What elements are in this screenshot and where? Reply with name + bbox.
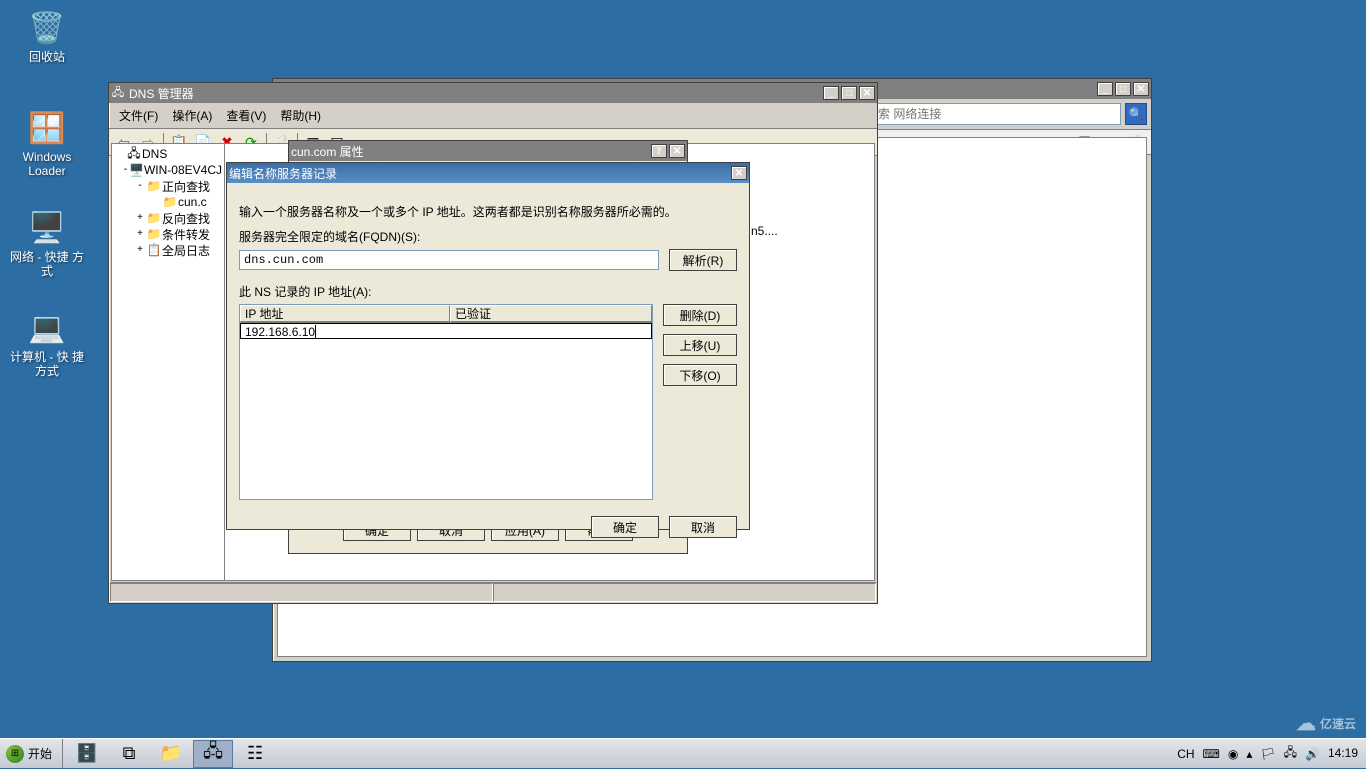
titlebar[interactable]: 🖧 DNS 管理器 _ □ ✕ xyxy=(109,83,877,103)
move-down-button[interactable]: 下移(O) xyxy=(663,364,737,386)
taskbar-item-network[interactable]: 🖧 xyxy=(193,740,233,768)
titlebar[interactable]: 编辑名称服务器记录 ✕ xyxy=(227,163,749,183)
taskbar: ⊞ 开始 🗄️ ⧉ 📁 🖧 ☷ CH ⌨ ◉ ▴ 🏳 🖧 🔊 14:19 xyxy=(0,738,1366,768)
ip-list-label: 此 NS 记录的 IP 地址(A): xyxy=(239,283,737,300)
search-button[interactable]: 🔍 xyxy=(1125,103,1147,125)
tray-expand-icon[interactable]: ▴ xyxy=(1246,747,1252,761)
menu-help[interactable]: 帮助(H) xyxy=(274,105,327,126)
dialog-title: cun.com 属性 xyxy=(291,143,651,160)
tree-pane[interactable]: 🖧DNS -🖥️WIN-08EV4CJ -📁正向查找 📁cun.c +📁反向查找… xyxy=(111,143,225,581)
start-orb-icon: ⊞ xyxy=(6,745,24,763)
quick-launch-explorer[interactable]: 📁 xyxy=(151,740,191,768)
tree-conditional-forwarders[interactable]: +📁条件转发 xyxy=(114,226,222,242)
ime-indicator[interactable]: CH xyxy=(1177,747,1194,761)
cancel-button[interactable]: 取消 xyxy=(669,516,737,538)
help-button[interactable]: ? xyxy=(651,144,667,158)
windows-loader-icon: 🪟 xyxy=(27,108,67,148)
ime-icon[interactable]: ⌨ xyxy=(1203,747,1220,761)
statusbar xyxy=(110,582,876,602)
maximize-button[interactable]: □ xyxy=(1115,82,1131,96)
ip-value: 192.168.6.10 xyxy=(245,325,315,339)
tree-server[interactable]: -🖥️WIN-08EV4CJ xyxy=(114,162,222,178)
ip-address-list[interactable]: IP 地址 已验证 192.168.6.10 xyxy=(239,304,653,500)
close-button[interactable]: ✕ xyxy=(731,166,747,180)
close-button[interactable]: ✕ xyxy=(859,86,875,100)
start-label: 开始 xyxy=(28,745,52,762)
system-tray: CH ⌨ ◉ ▴ 🏳 🖧 🔊 14:19 xyxy=(1169,739,1366,768)
recycle-bin-icon: 🗑️ xyxy=(27,8,67,48)
icon-label: 回收站 xyxy=(10,50,84,64)
menu-action[interactable]: 操作(A) xyxy=(166,105,218,126)
icon-label: 网络 - 快捷 方式 xyxy=(10,250,84,278)
icon-label: Windows Loader xyxy=(10,150,84,178)
clock[interactable]: 14:19 xyxy=(1328,748,1358,760)
fqdn-label: 服务器完全限定的域名(FQDN)(S): xyxy=(239,228,737,245)
watermark: ☁ 亿速云 xyxy=(1296,711,1356,736)
dialog-title: 编辑名称服务器记录 xyxy=(229,165,731,182)
titlebar[interactable]: cun.com 属性 ? ✕ xyxy=(289,141,687,161)
quick-launch-server-manager[interactable]: 🗄️ xyxy=(67,740,107,768)
menu-file[interactable]: 文件(F) xyxy=(113,105,164,126)
tree-zone-cun[interactable]: 📁cun.c xyxy=(114,194,222,210)
ok-button[interactable]: 确定 xyxy=(591,516,659,538)
close-button[interactable]: ✕ xyxy=(1133,82,1149,96)
taskbar-item-dns[interactable]: ☷ xyxy=(235,740,275,768)
move-up-button[interactable]: 上移(U) xyxy=(663,334,737,356)
minimize-button[interactable]: _ xyxy=(823,86,839,100)
app-icon: 🖧 xyxy=(111,86,125,100)
detail-text: n5.... xyxy=(751,224,875,238)
column-verified[interactable]: 已验证 xyxy=(450,305,652,322)
start-button[interactable]: ⊞ 开始 xyxy=(0,739,62,769)
desktop-icon-computer-shortcut[interactable]: 💻 计算机 - 快 捷方式 xyxy=(10,308,84,378)
tree-global-logs[interactable]: +📋全局日志 xyxy=(114,242,222,258)
menu-view[interactable]: 查看(V) xyxy=(220,105,272,126)
action-center-icon[interactable]: 🏳 xyxy=(1260,747,1275,761)
edit-ns-record-dialog: 编辑名称服务器记录 ✕ 输入一个服务器名称及一个或多个 IP 地址。这两者都是识… xyxy=(226,162,750,530)
quick-launch-powershell[interactable]: ⧉ xyxy=(109,740,149,768)
desktop-icon-network-shortcut[interactable]: 🖥️ 网络 - 快捷 方式 xyxy=(10,208,84,278)
icon-label: 计算机 - 快 捷方式 xyxy=(10,350,84,378)
search-input[interactable] xyxy=(861,103,1121,125)
tray-icon[interactable]: ◉ xyxy=(1228,747,1238,761)
window-title: DNS 管理器 xyxy=(129,85,823,102)
instruction-text: 输入一个服务器名称及一个或多个 IP 地址。这两者都是识别名称服务器所必需的。 xyxy=(239,203,737,220)
fqdn-input[interactable] xyxy=(239,250,659,270)
close-button[interactable]: ✕ xyxy=(669,144,685,158)
column-ip[interactable]: IP 地址 xyxy=(240,305,450,322)
menubar: 文件(F) 操作(A) 查看(V) 帮助(H) xyxy=(109,103,877,129)
cloud-icon: ☁ xyxy=(1296,711,1316,736)
desktop-icon-recycle-bin[interactable]: 🗑️ 回收站 xyxy=(10,8,84,64)
search-icon: 🔍 xyxy=(1129,107,1144,121)
minimize-button[interactable]: _ xyxy=(1097,82,1113,96)
ip-input-row[interactable]: 192.168.6.10 xyxy=(240,323,652,339)
network-icon: 🖥️ xyxy=(27,208,67,248)
tree-reverse-lookup[interactable]: +📁反向查找 xyxy=(114,210,222,226)
network-tray-icon[interactable]: 🖧 xyxy=(1284,743,1297,764)
maximize-button[interactable]: □ xyxy=(841,86,857,100)
volume-icon[interactable]: 🔊 xyxy=(1305,747,1320,761)
desktop-icon-windows-loader[interactable]: 🪟 Windows Loader xyxy=(10,108,84,178)
tree-root-dns[interactable]: 🖧DNS xyxy=(114,146,222,162)
delete-button[interactable]: 删除(D) xyxy=(663,304,737,326)
computer-icon: 💻 xyxy=(27,308,67,348)
resolve-button[interactable]: 解析(R) xyxy=(669,249,737,271)
tree-forward-lookup[interactable]: -📁正向查找 xyxy=(114,178,222,194)
